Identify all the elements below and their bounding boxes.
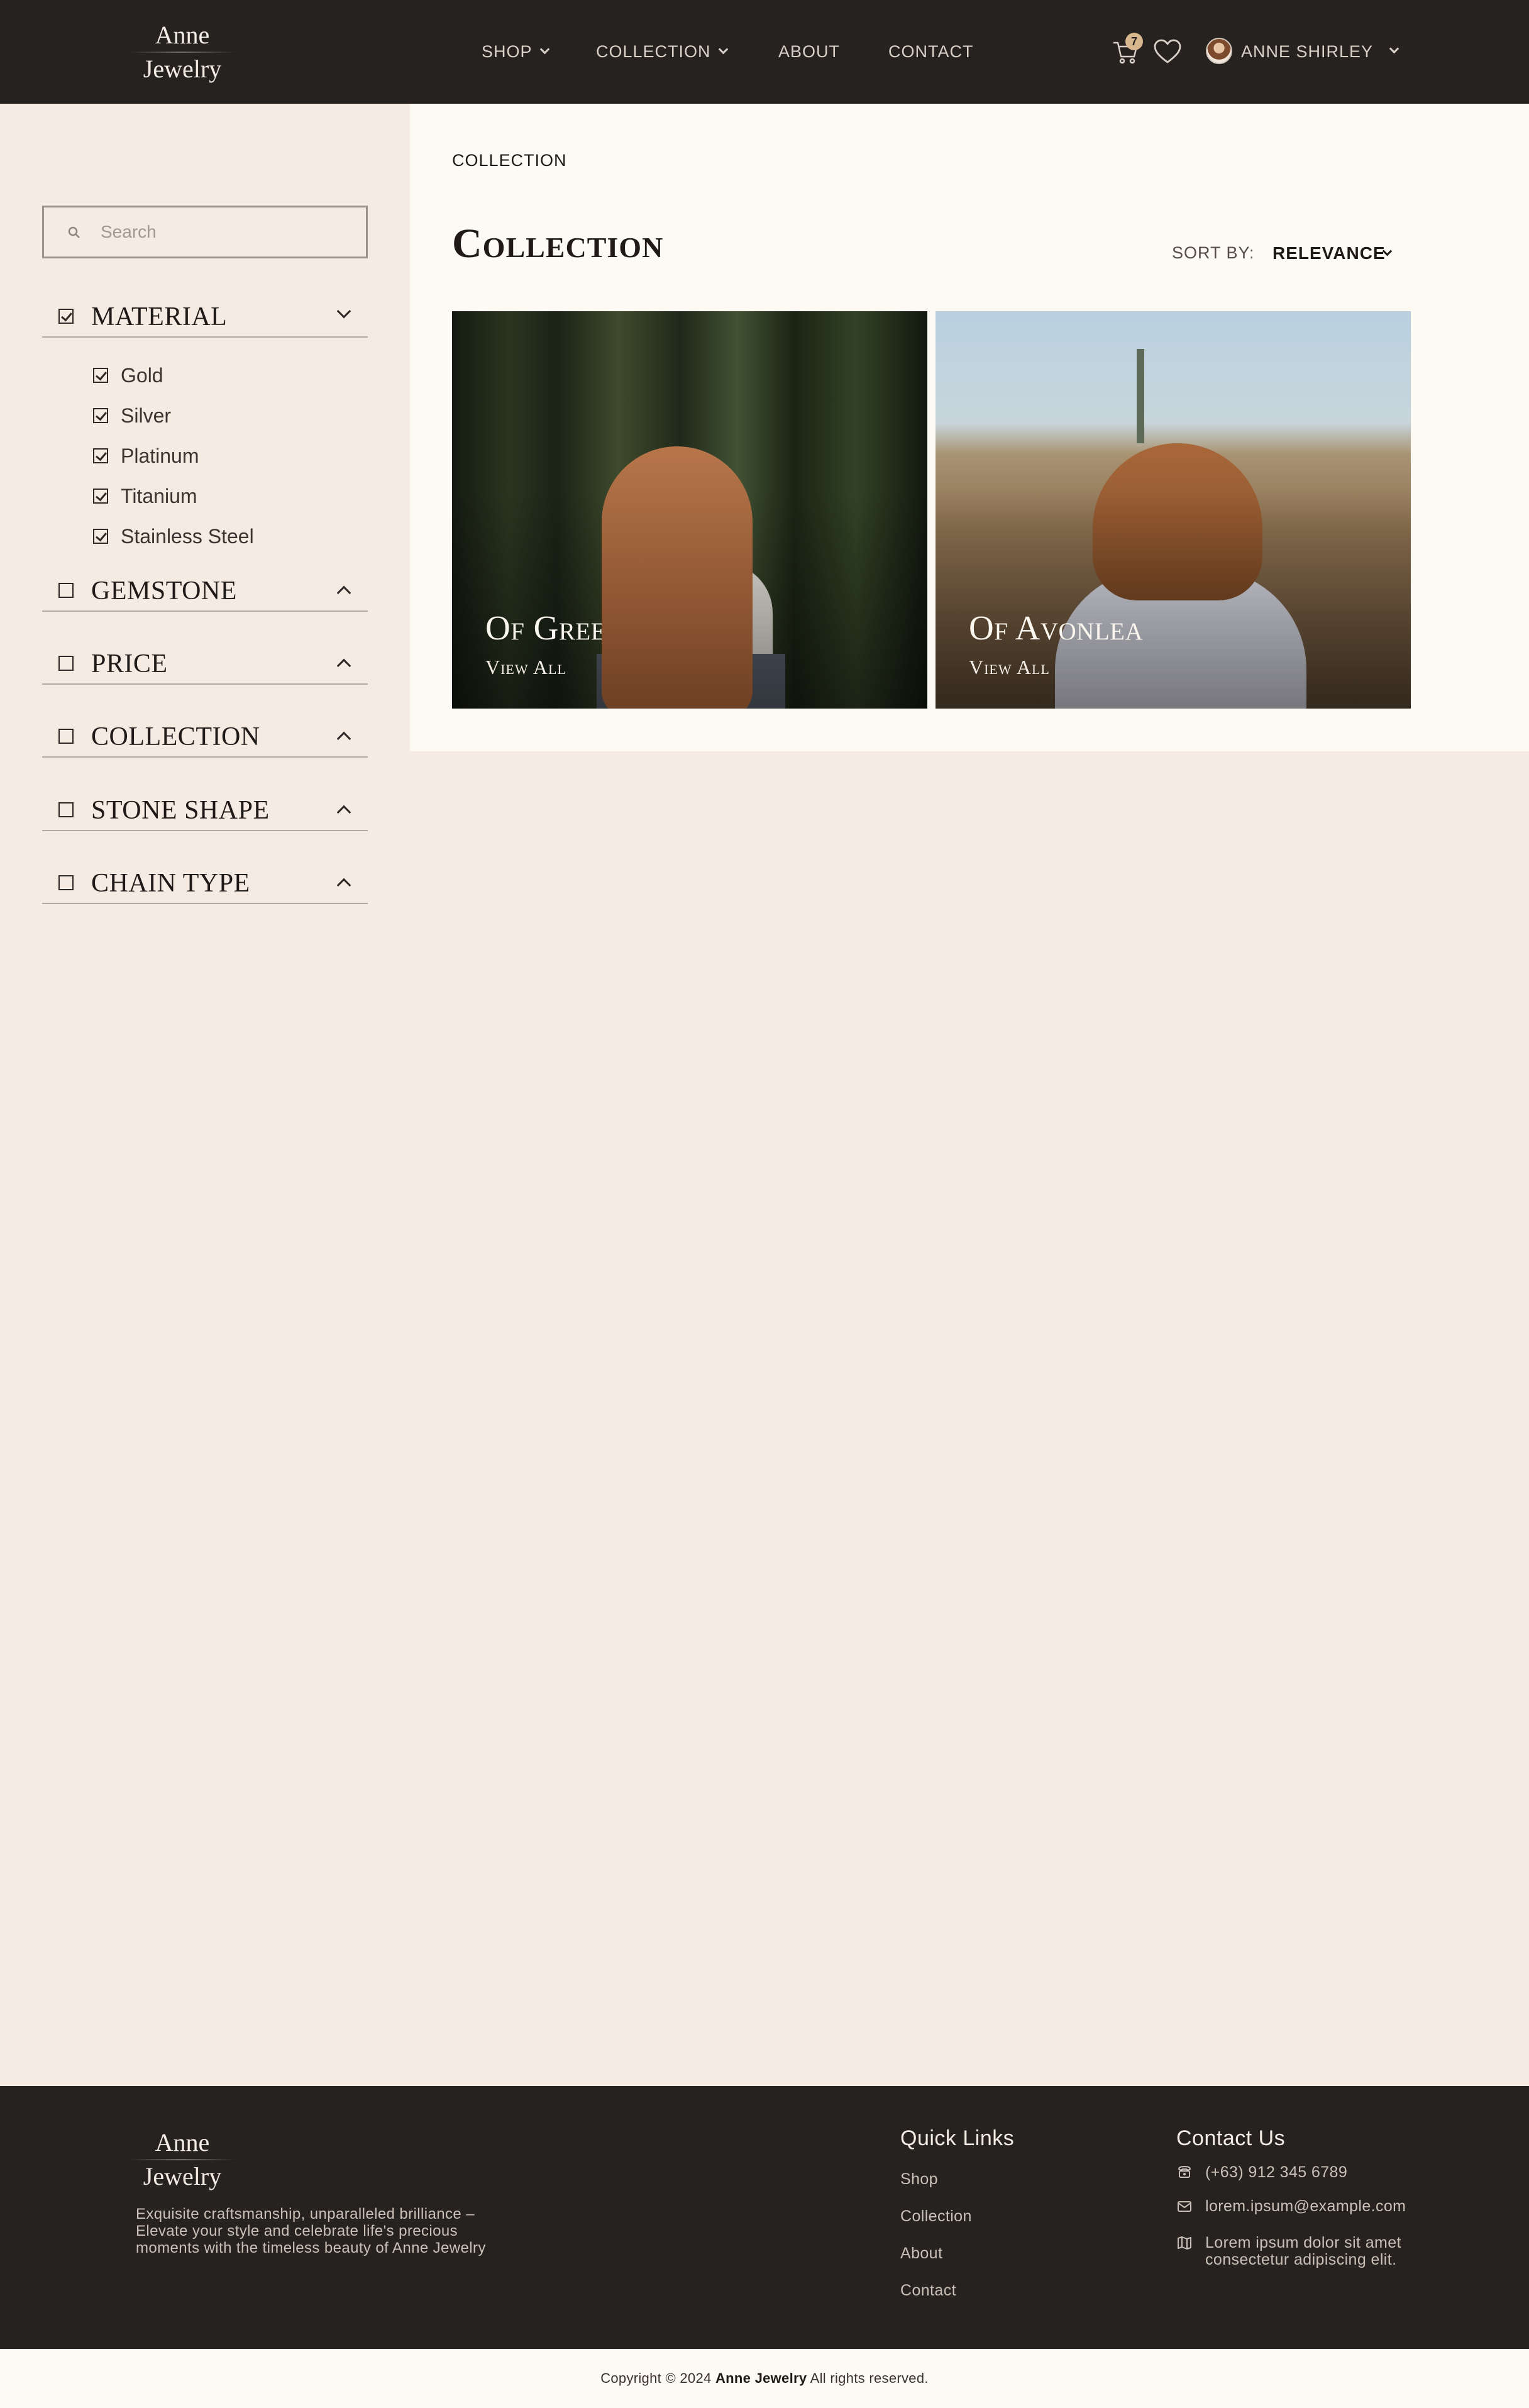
collection-card-avonlea[interactable]: Of Avonlea View All bbox=[936, 311, 1411, 709]
copyright-suffix: All rights reserved. bbox=[810, 2370, 929, 2386]
chevron-up-icon[interactable] bbox=[336, 658, 351, 673]
nav-shop[interactable]: SHOP bbox=[482, 38, 549, 65]
cart-count-badge: 7 bbox=[1125, 33, 1143, 50]
filter-chain-type[interactable]: CHAIN TYPE bbox=[42, 861, 368, 904]
filter-gemstone[interactable]: GEMSTONE bbox=[42, 569, 368, 612]
copyright-bar: Copyright © 2024 Anne Jewelry All rights… bbox=[0, 2349, 1529, 2408]
option-label: Silver bbox=[121, 404, 172, 427]
material-option-silver[interactable]: Silver bbox=[93, 402, 345, 429]
logo-line-2: Jewelry bbox=[143, 2162, 222, 2190]
filter-stone-shape-checkbox[interactable] bbox=[58, 802, 74, 817]
search-input[interactable] bbox=[101, 219, 352, 245]
search-icon bbox=[68, 226, 80, 238]
filter-price-checkbox[interactable] bbox=[58, 656, 74, 671]
footer-link-shop[interactable]: Shop bbox=[900, 2170, 938, 2189]
footer-link-collection[interactable]: Collection bbox=[900, 2207, 972, 2226]
filter-gemstone-checkbox[interactable] bbox=[58, 583, 74, 598]
contact-phone-text: (+63) 912 345 6789 bbox=[1205, 2163, 1348, 2181]
filter-stone-shape-label: STONE SHAPE bbox=[91, 796, 270, 825]
checkbox-checked[interactable] bbox=[93, 448, 108, 463]
page-title: Collection bbox=[452, 221, 664, 267]
filter-stone-shape[interactable]: STONE SHAPE bbox=[42, 788, 368, 831]
card-title: Of Avonlea bbox=[969, 609, 1144, 647]
filter-collection-checkbox[interactable] bbox=[58, 729, 74, 744]
checkbox-checked[interactable] bbox=[93, 489, 108, 504]
option-label: Gold bbox=[121, 364, 163, 387]
header-logo[interactable]: Anne Jewelry bbox=[126, 19, 239, 86]
option-label: Stainless Steel bbox=[121, 525, 254, 548]
material-option-gold[interactable]: Gold bbox=[93, 362, 345, 389]
sort-label: SORT BY: bbox=[1172, 243, 1255, 262]
checkbox-checked[interactable] bbox=[93, 408, 108, 423]
nav-about[interactable]: ABOUT bbox=[778, 38, 840, 65]
filter-gemstone-label: GEMSTONE bbox=[91, 577, 237, 605]
logo-line-1: Anne bbox=[155, 21, 210, 49]
collection-panel: COLLECTION Collection SORT BY: RELEVANCE… bbox=[410, 104, 1529, 751]
nav-collection[interactable]: COLLECTION bbox=[596, 38, 728, 65]
copyright-prefix: Copyright © 2024 bbox=[600, 2370, 712, 2386]
nav-contact-label: CONTACT bbox=[888, 41, 974, 61]
logo-line-1: Anne bbox=[155, 2128, 210, 2157]
option-label: Titanium bbox=[121, 485, 197, 507]
heart-icon[interactable] bbox=[1153, 38, 1182, 65]
card-overlay bbox=[936, 311, 1411, 709]
view-all-link[interactable]: View All bbox=[485, 654, 566, 680]
checkbox-checked[interactable] bbox=[93, 368, 108, 383]
sort-dropdown[interactable]: RELEVANCE bbox=[1272, 243, 1386, 263]
view-all-link[interactable]: View All bbox=[969, 654, 1050, 680]
chevron-up-icon[interactable] bbox=[336, 878, 351, 893]
copyright-brand: Anne Jewelry bbox=[715, 2370, 807, 2386]
nav-contact[interactable]: CONTACT bbox=[888, 38, 974, 65]
user-name[interactable]: ANNE SHIRLEY bbox=[1241, 39, 1373, 64]
nav-shop-label: SHOP bbox=[482, 41, 533, 61]
filter-price[interactable]: PRICE bbox=[42, 642, 368, 685]
contact-email-text: lorem.ipsum@example.com bbox=[1205, 2197, 1406, 2215]
nav-about-label: ABOUT bbox=[778, 41, 841, 61]
phone-icon bbox=[1178, 2165, 1191, 2178]
chevron-down-icon bbox=[718, 44, 728, 54]
map-icon bbox=[1178, 2236, 1191, 2250]
nav-collection-label: COLLECTION bbox=[596, 41, 711, 61]
filter-chain-type-label: CHAIN TYPE bbox=[91, 869, 250, 898]
filter-collection-label: COLLECTION bbox=[91, 722, 260, 751]
chevron-down-icon[interactable] bbox=[1389, 43, 1399, 54]
contact-title: Contact Us bbox=[1176, 2126, 1286, 2150]
breadcrumb[interactable]: COLLECTION bbox=[452, 151, 567, 170]
material-option-titanium[interactable]: Titanium bbox=[93, 482, 345, 510]
logo-line-2: Jewelry bbox=[143, 55, 222, 83]
filter-material-label: MATERIAL bbox=[91, 302, 228, 331]
option-label: Platinum bbox=[121, 445, 199, 467]
checkbox-checked[interactable] bbox=[93, 529, 108, 544]
chevron-down-icon bbox=[539, 44, 549, 54]
chevron-up-icon[interactable] bbox=[336, 731, 351, 746]
chevron-down-icon[interactable] bbox=[336, 304, 351, 319]
filter-material-checkbox[interactable] bbox=[58, 309, 74, 324]
footer-link-contact[interactable]: Contact bbox=[900, 2282, 956, 2300]
collection-card-green-gables[interactable]: Of Green Gables View All bbox=[452, 311, 927, 709]
material-option-stainless-steel[interactable]: Stainless Steel bbox=[93, 522, 345, 550]
filter-collection[interactable]: COLLECTION bbox=[42, 715, 368, 758]
avatar[interactable] bbox=[1206, 38, 1232, 64]
filter-chain-type-checkbox[interactable] bbox=[58, 875, 74, 890]
card-image-hair bbox=[602, 446, 753, 709]
contact-address-text: Lorem ipsum dolor sit amet consectetur a… bbox=[1205, 2234, 1401, 2268]
footer-logo[interactable]: Anne Jewelry bbox=[126, 2126, 239, 2193]
chevron-up-icon[interactable] bbox=[336, 805, 351, 820]
mail-icon bbox=[1178, 2201, 1191, 2212]
footer-link-about[interactable]: About bbox=[900, 2245, 942, 2263]
search-box[interactable] bbox=[42, 206, 368, 258]
site-header: Anne Jewelry SHOP COLLECTION ABOUT CONTA… bbox=[0, 0, 1529, 104]
footer-description: Exquisite craftsmanship, unparalleled br… bbox=[136, 2206, 486, 2256]
filter-material[interactable]: MATERIAL bbox=[42, 295, 368, 338]
material-option-platinum[interactable]: Platinum bbox=[93, 442, 345, 470]
filter-price-label: PRICE bbox=[91, 649, 168, 678]
quick-links-title: Quick Links bbox=[900, 2126, 1015, 2150]
chevron-up-icon[interactable] bbox=[336, 585, 351, 600]
site-footer: Anne Jewelry Exquisite craftsmanship, un… bbox=[0, 2086, 1529, 2349]
